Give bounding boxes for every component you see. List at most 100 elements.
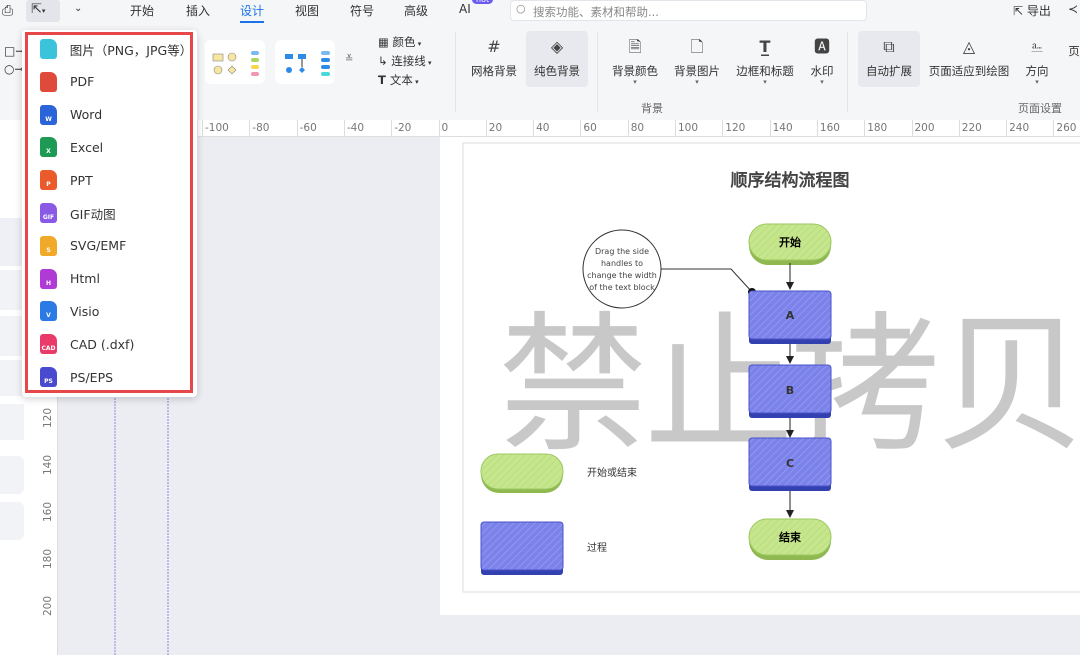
more-themes-icon[interactable]: ≚	[345, 54, 353, 65]
svg-text:C: C	[786, 457, 794, 470]
horizontal-ruler[interactable]: -100 -80 -60 -40 -20 0 20 40 60 80 100 120 140 160 180…	[198, 120, 1080, 137]
canvas[interactable]: 禁止拷贝 顺序结构流程图 Drag the sidehandles tochan…	[58, 137, 1080, 655]
ruler-tick	[627, 120, 629, 136]
connector-icon: ↳	[378, 54, 392, 68]
ruler-tick	[249, 120, 251, 136]
ruler-tick-label: -40	[346, 122, 365, 134]
legend-process[interactable]	[480, 521, 564, 575]
svg-text:A: A	[786, 309, 795, 322]
ruler-tick	[296, 120, 298, 136]
template-thumb[interactable]	[0, 404, 24, 440]
diagram-title[interactable]: 顺序结构流程图	[731, 170, 850, 191]
ruler-tick-label: 40	[536, 122, 550, 134]
ruler-tick-label: 120	[725, 122, 746, 134]
ruler-tick-label: 160	[42, 501, 55, 523]
theme-thumb-1[interactable]	[205, 40, 265, 84]
ruler-tick	[485, 120, 487, 136]
page-size-button[interactable]: 页	[1062, 31, 1080, 87]
hot-badge: hot	[472, 0, 494, 4]
background-color-button[interactable]: 🗎 背景颜色 ▾	[608, 31, 662, 87]
ruler-tick-label: -80	[252, 122, 270, 134]
svg-text:结束: 结束	[778, 530, 802, 544]
template-thumb[interactable]	[0, 502, 24, 540]
note-circle[interactable]	[582, 229, 662, 309]
text-icon: T	[378, 73, 390, 87]
fill-icon: ◈	[550, 37, 564, 56]
highlight-box	[25, 32, 193, 393]
tab-design[interactable]: 设计	[240, 2, 265, 23]
svg-text:B: B	[786, 384, 794, 397]
drop-icon: 🗎	[628, 37, 642, 56]
search-icon: ○	[516, 2, 526, 15]
ruler-tick-label: 220	[961, 122, 982, 134]
ruler-tick-label: 200	[42, 595, 55, 617]
ruler-tick	[202, 120, 203, 136]
ruler-tick	[343, 120, 345, 136]
watermark-icon: 🅰	[813, 37, 830, 56]
image-file-icon: 🗋	[690, 37, 704, 56]
svg-text:开始: 开始	[779, 235, 801, 249]
tab-ai[interactable]: AI	[459, 2, 471, 16]
share-icon[interactable]: ≺	[1068, 2, 1078, 16]
text-dropdown[interactable]: T 文本 ▾	[378, 72, 419, 88]
export-button[interactable]: ⇱ 导出	[1013, 2, 1051, 19]
tab-symbol[interactable]: 符号	[350, 2, 374, 19]
orientation-button[interactable]: ⎁ 方向 ▾	[1020, 31, 1054, 87]
ruler-tick-label: 160	[819, 122, 840, 134]
template-thumb[interactable]	[0, 456, 24, 494]
ruler-tick-label: 100	[678, 122, 699, 134]
ruler-tick	[816, 120, 818, 136]
tab-view[interactable]: 视图	[295, 2, 319, 19]
ruler-tick-label: 180	[867, 122, 888, 134]
ruler-tick-label: 140	[772, 122, 793, 134]
title-icon: T̲	[759, 37, 771, 56]
tab-insert[interactable]: 插入	[186, 2, 210, 19]
export-icon: ⇱	[31, 2, 42, 17]
flow-process-a[interactable]: A	[748, 290, 832, 344]
background-image-button[interactable]: 🗋 背景图片 ▾	[670, 31, 724, 87]
more-icon[interactable]: ⌄	[74, 3, 82, 14]
border-title-button[interactable]: T̲ 边框和标题 ▾	[733, 31, 797, 87]
flow-end[interactable]: 结束	[748, 518, 832, 560]
flow-start[interactable]: 开始	[748, 223, 832, 265]
color-dropdown[interactable]: ▦ 颜色 ▾	[378, 34, 421, 50]
export-quick-button[interactable]: ⇱▾	[26, 0, 60, 22]
fit-page-button[interactable]: ◬ 页面适应到绘图	[926, 31, 1012, 87]
flow-process-c[interactable]: C	[748, 437, 832, 491]
ruler-tick	[580, 120, 582, 136]
ruler-tick-label: 260	[1056, 122, 1077, 134]
top-bar: ⎙ ⇱▾ ⌄ 开始 插入 设计 视图 符号 高级 AI hot 搜索功能、素材和…	[0, 0, 1080, 26]
fit-icon: ◬	[962, 37, 976, 56]
print-icon[interactable]: ⎙	[2, 3, 13, 19]
ruler-tick	[1053, 120, 1055, 136]
search-input[interactable]: 搜索功能、素材和帮助...	[510, 0, 867, 21]
theme-thumb-2[interactable]	[275, 40, 335, 84]
auto-expand-button[interactable]: ⧉ 自动扩展	[858, 31, 920, 87]
solid-background-button[interactable]: ◈ 纯色背景	[526, 31, 588, 87]
grid-icon: #	[487, 37, 501, 56]
connector-dropdown[interactable]: ↳ 连接线 ▾	[378, 53, 432, 69]
legend-terminal[interactable]	[480, 453, 564, 493]
watermark-button[interactable]: 🅰 水印 ▾	[806, 31, 838, 87]
ruler-tick-label: -100	[205, 122, 229, 134]
ruler-tick-label: 20	[488, 122, 503, 134]
tab-start[interactable]: 开始	[130, 2, 154, 19]
ruler-tick-label: -20	[394, 122, 412, 134]
ruler-tick	[769, 120, 771, 136]
ruler-tick	[675, 120, 676, 136]
ruler-tick-label: 120	[42, 407, 55, 429]
ruler-tick-label: 140	[42, 454, 55, 476]
flow-process-b[interactable]: B	[748, 364, 832, 418]
group-label-page: 页面设置	[1018, 102, 1062, 115]
grid-background-button[interactable]: # 网格背景	[468, 31, 520, 87]
tab-advanced[interactable]: 高级	[404, 2, 428, 19]
ruler-tick-label: 240	[1009, 122, 1030, 134]
ruler-tick	[911, 120, 913, 136]
orientation-icon: ⎁	[1030, 37, 1044, 56]
group-label-background: 背景	[641, 102, 663, 115]
ruler-tick	[1006, 120, 1008, 136]
expand-icon: ⧉	[883, 37, 895, 56]
export-icon: ⇱	[1013, 4, 1027, 18]
ruler-tick-label: 180	[42, 548, 55, 570]
legend-label-terminal: 开始或结束	[587, 466, 637, 479]
